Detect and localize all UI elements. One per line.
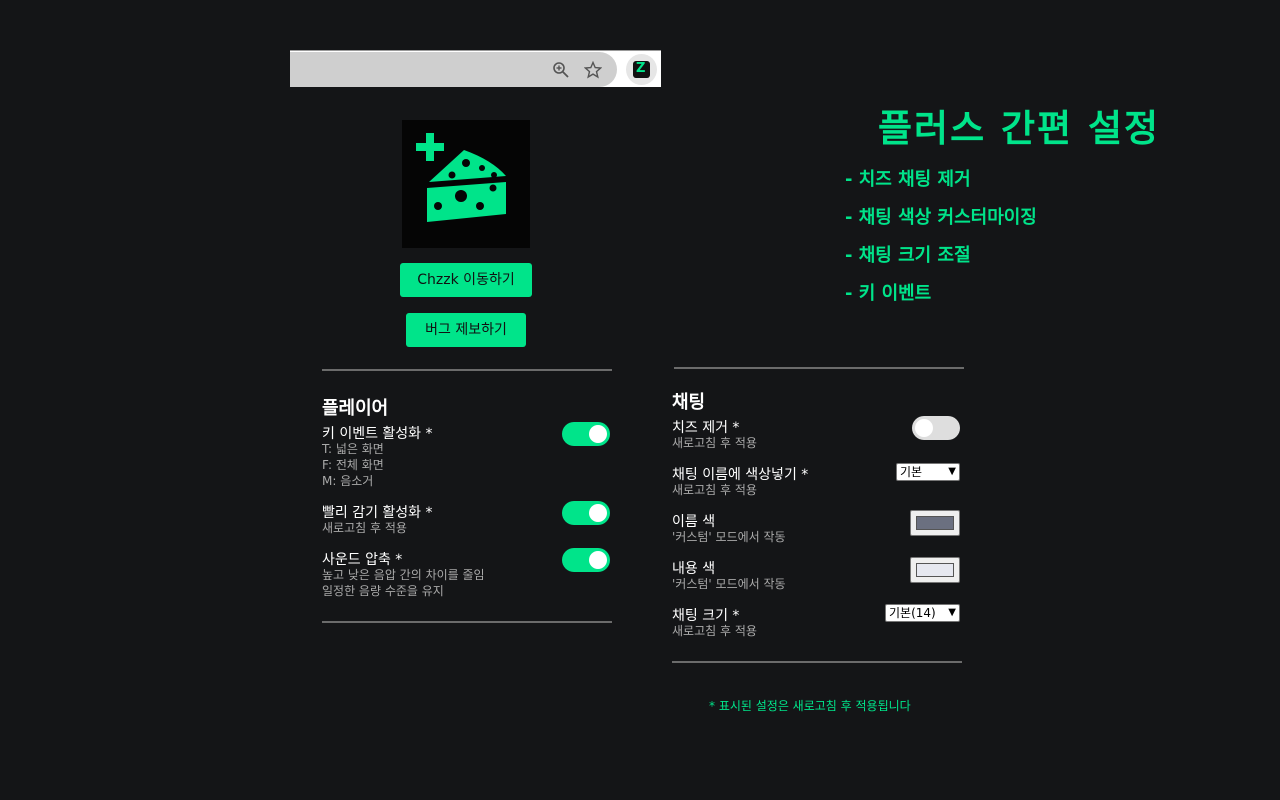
footnote: * 표시된 설정은 새로고침 후 적용됩니다: [709, 699, 911, 713]
key-event-desc-m: M: 음소거: [322, 474, 374, 488]
key-event-label: 키 이벤트 활성화 *: [322, 426, 433, 442]
content-color-picker[interactable]: [910, 557, 960, 583]
divider: [674, 367, 964, 369]
extension-button[interactable]: Z: [626, 54, 657, 85]
name-color-fill: [916, 516, 954, 530]
sound-compression-toggle[interactable]: [562, 548, 610, 572]
fast-forward-label: 빨리 감기 활성화 *: [322, 505, 433, 521]
cheese-remove-desc: 새로고침 후 적용: [672, 436, 757, 450]
cheese-remove-label: 치즈 제거 *: [672, 420, 740, 436]
content-color-desc: '커스텀' 모드에서 작동: [672, 577, 786, 591]
cheese-remove-toggle[interactable]: [912, 416, 960, 440]
name-color-mode-value: 기본: [900, 465, 923, 479]
chat-size-value: 기본(14): [889, 606, 936, 620]
divider: [322, 369, 612, 371]
feature-item: - 치즈 채팅 제거: [845, 169, 971, 190]
chat-size-select[interactable]: 기본(14) ▼: [885, 604, 960, 622]
name-color-mode-desc: 새로고침 후 적용: [672, 483, 757, 497]
name-color-desc: '커스텀' 모드에서 작동: [672, 530, 786, 544]
browser-toolbar: Z: [290, 50, 661, 87]
cheese-plus-icon: [402, 120, 530, 248]
chat-size-label: 채팅 크기 *: [672, 608, 740, 624]
chevron-down-icon: ▼: [948, 607, 956, 618]
fast-forward-toggle[interactable]: [562, 501, 610, 525]
chzzk-button[interactable]: Chzzk 이동하기: [400, 263, 532, 297]
sound-compression-desc-1: 높고 낮은 음압 간의 차이를 줄임: [322, 568, 485, 582]
key-event-desc-f: F: 전체 화면: [322, 458, 384, 472]
zoom-icon[interactable]: [552, 61, 570, 79]
extension-glyph: Z: [636, 61, 646, 76]
sound-compression-desc-2: 일정한 음량 수준을 유지: [322, 584, 444, 598]
name-color-mode-select[interactable]: 기본 ▼: [896, 463, 960, 481]
key-event-desc-t: T: 넓은 화면: [322, 442, 384, 456]
chevron-down-icon: ▼: [948, 466, 956, 477]
divider: [322, 621, 612, 623]
chat-section-title: 채팅: [672, 392, 706, 413]
chat-size-desc: 새로고침 후 적용: [672, 624, 757, 638]
divider: [672, 661, 962, 663]
name-color-mode-label: 채팅 이름에 색상넣기 *: [672, 467, 809, 483]
feature-item: - 채팅 색상 커스터마이징: [845, 207, 1037, 228]
bug-report-button[interactable]: 버그 제보하기: [406, 313, 526, 347]
popup-page: Z Chzzk 이동하기 버그 제보하기 플러스 간편 설정 - 치즈 채팅 제…: [0, 0, 1280, 800]
feature-item: - 채팅 크기 조절: [845, 245, 971, 266]
sound-compression-label: 사운드 압축 *: [322, 552, 403, 568]
hero-title: 플러스 간편 설정: [878, 107, 1161, 150]
toggle-knob: [589, 551, 607, 569]
toggle-knob: [589, 425, 607, 443]
name-color-picker[interactable]: [910, 510, 960, 536]
star-icon[interactable]: [584, 61, 602, 79]
extension-icon: Z: [633, 61, 650, 78]
key-event-toggle[interactable]: [562, 422, 610, 446]
content-color-label: 내용 색: [672, 561, 716, 577]
name-color-label: 이름 색: [672, 514, 716, 530]
address-bar[interactable]: [290, 52, 617, 87]
feature-item: - 키 이벤트: [845, 283, 932, 304]
toggle-knob: [589, 504, 607, 522]
fast-forward-desc: 새로고침 후 적용: [322, 521, 407, 535]
player-section-title: 플레이어: [322, 398, 389, 419]
toggle-knob: [915, 419, 933, 437]
content-color-fill: [916, 563, 954, 577]
